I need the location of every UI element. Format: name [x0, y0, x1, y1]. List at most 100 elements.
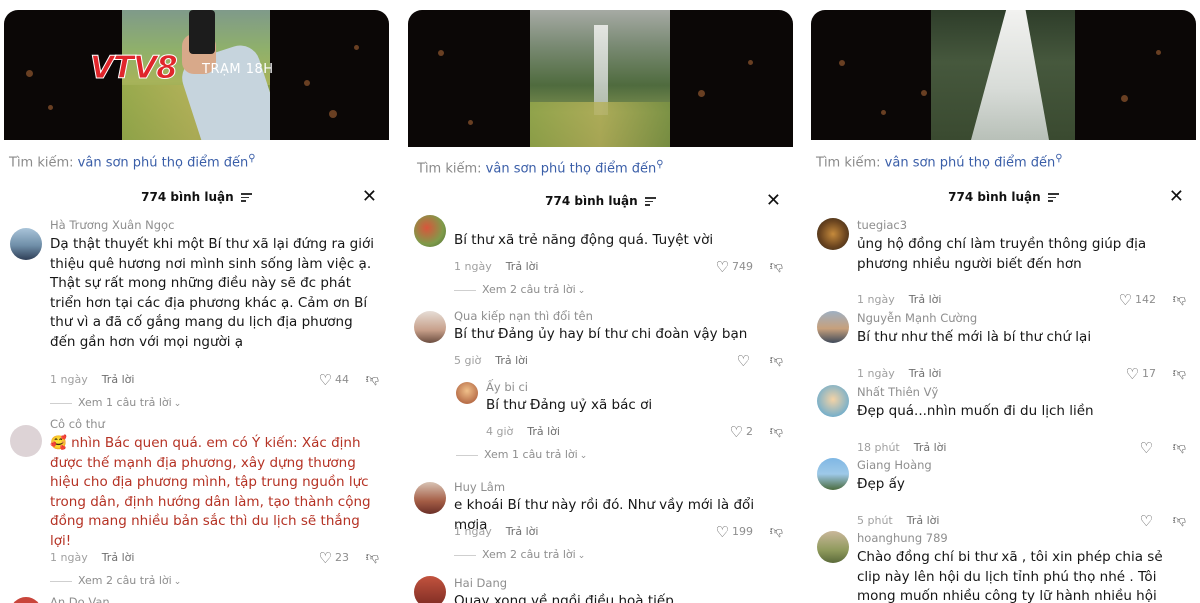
dislike-icon[interactable]: 👎︎: [770, 259, 783, 274]
reply-button[interactable]: Trả lời: [506, 525, 539, 538]
comment-time: 1 ngày: [857, 367, 895, 380]
comment-meta: 1 ngày Trả lời: [454, 260, 538, 273]
comment-meta: 5 giờ Trả lời: [454, 354, 528, 367]
comment-time: 1 ngày: [454, 260, 492, 273]
reply-button[interactable]: Trả lời: [909, 367, 942, 380]
avatar[interactable]: [817, 458, 849, 490]
search-query[interactable]: vân sơn phú thọ điểm đến: [885, 155, 1056, 170]
dislike-icon[interactable]: 👎︎: [366, 372, 379, 387]
comment-username[interactable]: Nhất Thiên Vỹ: [857, 385, 938, 399]
view-replies-button[interactable]: Xem 2 câu trả lời ⌄: [454, 548, 585, 561]
like-button[interactable]: ♡ 199: [716, 523, 753, 541]
search-label: Tìm kiếm:: [417, 161, 482, 177]
reply-button[interactable]: Trả lời: [914, 441, 947, 454]
sort-icon[interactable]: [1047, 191, 1059, 204]
like-button[interactable]: ♡ 142: [1119, 291, 1156, 309]
avatar[interactable]: [414, 311, 446, 343]
view-replies-button[interactable]: Xem 2 câu trả lời ⌄: [50, 574, 181, 587]
view-replies-label: Xem 2 câu trả lời: [78, 574, 172, 587]
avatar[interactable]: [10, 228, 42, 260]
reply-button[interactable]: Trả lời: [527, 425, 560, 438]
dislike-icon[interactable]: 👎︎: [1173, 513, 1186, 528]
avatar[interactable]: [817, 311, 849, 343]
video-player[interactable]: VTV8 TRẠM 18H: [4, 10, 389, 140]
reply-button[interactable]: Trả lời: [102, 551, 135, 564]
like-button[interactable]: ♡: [1140, 512, 1156, 530]
video-player[interactable]: [811, 10, 1196, 140]
avatar[interactable]: [414, 482, 446, 514]
terraced-fields: [530, 102, 670, 147]
dislike-icon[interactable]: 👎︎: [770, 424, 783, 439]
comment-username[interactable]: Giang Hoàng: [857, 458, 932, 472]
like-button[interactable]: ♡ 17: [1126, 365, 1156, 383]
comment-username[interactable]: hoanghung 789: [857, 531, 948, 545]
reply-button[interactable]: Trả lời: [495, 354, 528, 367]
bokeh-light: [1121, 95, 1128, 102]
chevron-down-icon: ⌄: [577, 551, 586, 561]
close-icon[interactable]: ✕: [766, 192, 781, 210]
comment-text: Chào đồng chí bi thư xã , tôi xin phép c…: [857, 549, 1163, 603]
avatar[interactable]: [817, 531, 849, 563]
comment-username[interactable]: Qua kiếp nạn thì đổi tên: [454, 309, 593, 323]
dislike-icon[interactable]: 👎︎: [1173, 366, 1186, 381]
search-suggestion[interactable]: Tìm kiếm: vân sơn phú thọ điểm đến⚲: [816, 153, 1063, 170]
avatar[interactable]: [10, 597, 42, 603]
search-suggestion[interactable]: Tìm kiếm: vân sơn phú thọ điểm đến⚲: [417, 159, 664, 176]
comment-text: Đẹp quá...nhìn muốn đi du lịch liền: [857, 403, 1094, 419]
search-suggestion[interactable]: Tìm kiếm: vân sơn phú thọ điểm đến⚲: [9, 153, 256, 170]
video-frame: [931, 10, 1075, 140]
like-button[interactable]: ♡ 749: [716, 258, 753, 276]
avatar[interactable]: [456, 382, 478, 404]
comment-username[interactable]: tuegiac3: [857, 218, 907, 232]
avatar[interactable]: [414, 576, 446, 603]
view-replies-label: Xem 2 câu trả lời: [482, 283, 576, 296]
sort-icon[interactable]: [240, 191, 252, 204]
comment-username[interactable]: Ấy bi ci: [486, 380, 528, 394]
comment-username[interactable]: Cô cô thư: [50, 417, 105, 431]
heart-icon: ♡: [1125, 365, 1139, 383]
reply-button[interactable]: Trả lời: [506, 260, 539, 273]
view-replies-button[interactable]: Xem 1 câu trả lời ⌄: [50, 396, 181, 409]
like-button[interactable]: ♡: [737, 352, 753, 370]
comment-username[interactable]: Huy Lâm: [454, 480, 505, 494]
reply-button[interactable]: Trả lời: [102, 373, 135, 386]
comments-panel-1: VTV8 TRẠM 18H Tìm kiếm: vân sơn phú thọ …: [4, 10, 389, 603]
comment-count: 774 bình luận: [948, 190, 1041, 204]
dislike-icon[interactable]: 👎︎: [366, 550, 379, 565]
comment-time: 18 phút: [857, 441, 900, 454]
avatar[interactable]: [817, 218, 849, 250]
heart-icon: ♡: [1139, 512, 1153, 530]
comment-username[interactable]: Hà Trương Xuân Ngọc: [50, 218, 174, 232]
view-replies-button[interactable]: Xem 1 câu trả lời ⌄: [456, 448, 587, 461]
dislike-icon[interactable]: 👎︎: [1173, 440, 1186, 455]
like-button[interactable]: ♡ 44: [319, 371, 349, 389]
like-count: 2: [746, 425, 753, 438]
video-player[interactable]: [408, 10, 793, 147]
comment-meta: 5 phút Trả lời: [857, 514, 939, 527]
close-icon[interactable]: ✕: [362, 188, 377, 206]
dislike-icon[interactable]: 👎︎: [770, 524, 783, 539]
avatar[interactable]: [10, 425, 42, 457]
like-button[interactable]: ♡ 23: [319, 549, 349, 567]
search-query[interactable]: vân sơn phú thọ điểm đến: [78, 155, 249, 170]
comment-username[interactable]: Nguyễn Mạnh Cường: [857, 311, 977, 325]
avatar[interactable]: [817, 385, 849, 417]
sort-icon[interactable]: [644, 195, 656, 208]
comment-username[interactable]: Hai Dang: [454, 576, 507, 590]
search-query[interactable]: vân sơn phú thọ điểm đến: [486, 161, 657, 176]
reply-button[interactable]: Trả lời: [907, 514, 940, 527]
dislike-icon[interactable]: 👎︎: [1173, 292, 1186, 307]
like-button[interactable]: ♡: [1140, 439, 1156, 457]
heart-icon: ♡: [736, 352, 750, 370]
avatar[interactable]: [414, 215, 446, 247]
dislike-icon[interactable]: 👎︎: [770, 353, 783, 368]
comment-meta: 18 phút Trả lời: [857, 441, 946, 454]
comments-header: 774 bình luận: [408, 194, 793, 208]
view-replies-button[interactable]: Xem 2 câu trả lời ⌄: [454, 283, 585, 296]
chevron-down-icon: ⌄: [173, 577, 182, 587]
like-button[interactable]: ♡ 2: [730, 423, 753, 441]
reply-button[interactable]: Trả lời: [909, 293, 942, 306]
bokeh-light: [468, 120, 473, 125]
comment-username[interactable]: An Do Van: [50, 595, 110, 603]
close-icon[interactable]: ✕: [1169, 188, 1184, 206]
